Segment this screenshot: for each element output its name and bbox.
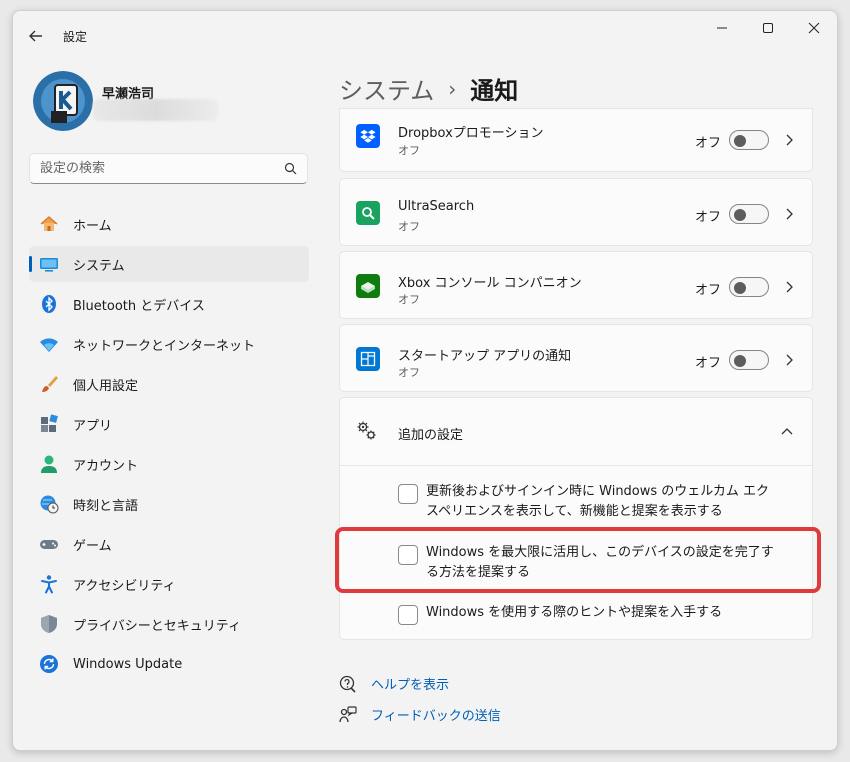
search-input[interactable] bbox=[30, 154, 260, 183]
gamepad-icon bbox=[39, 534, 59, 554]
sidebar-item-apps[interactable]: アプリ bbox=[29, 406, 309, 442]
globe-clock-icon bbox=[39, 494, 59, 514]
back-arrow-icon[interactable] bbox=[27, 27, 45, 45]
ultrasearch-icon bbox=[356, 201, 380, 225]
sidebar-item-label: 個人用設定 bbox=[73, 378, 139, 394]
help-link[interactable]: ヘルプを表示 bbox=[371, 674, 449, 693]
option-tips-suggestions[interactable]: Windows を使用する際のヒントや提案を入手する bbox=[398, 603, 776, 625]
toggle-state-label: オフ bbox=[695, 356, 722, 371]
feedback-icon bbox=[339, 705, 357, 722]
sidebar-item-accessibility[interactable]: アクセシビリティ bbox=[29, 566, 309, 602]
notification-toggle[interactable] bbox=[729, 350, 769, 370]
sidebar-item-label: アクセシビリティ bbox=[73, 578, 176, 594]
red-highlight-box bbox=[335, 527, 821, 593]
sidebar-item-personalization[interactable]: 個人用設定 bbox=[29, 366, 309, 402]
sidebar-item-label: プライバシーとセキュリティ bbox=[73, 618, 241, 634]
chevron-right-icon[interactable] bbox=[784, 280, 794, 294]
app-status: オフ bbox=[398, 220, 420, 233]
home-icon bbox=[39, 214, 59, 234]
app-status: オフ bbox=[398, 293, 420, 306]
app-status: オフ bbox=[398, 144, 420, 157]
notification-toggle[interactable] bbox=[729, 204, 769, 224]
sidebar-item-windows-update[interactable]: Windows Update bbox=[29, 646, 309, 682]
user-email-redacted bbox=[93, 99, 218, 121]
system-icon bbox=[39, 254, 59, 274]
avatar[interactable] bbox=[33, 71, 93, 131]
bluetooth-icon bbox=[39, 294, 59, 314]
sidebar-item-label: Bluetooth とデバイス bbox=[73, 298, 205, 314]
brush-icon bbox=[39, 374, 59, 394]
toggle-state-label: オフ bbox=[695, 210, 722, 225]
app-status: オフ bbox=[398, 366, 420, 379]
xbox-icon bbox=[356, 274, 380, 298]
chevron-right-icon[interactable] bbox=[784, 353, 794, 367]
sidebar-item-label: ホーム bbox=[73, 218, 112, 234]
sidebar-nav: ホーム システム Bluetooth とデバイス ネットワークとインターネット … bbox=[29, 206, 309, 686]
sidebar-item-label: システム bbox=[73, 258, 125, 274]
option-label: 更新後およびサインイン時に Windows のウェルカム エクスペリエンスを表示… bbox=[426, 484, 770, 519]
sidebar-item-home[interactable]: ホーム bbox=[29, 206, 309, 242]
breadcrumb-separator: › bbox=[448, 76, 457, 101]
feedback-link-row[interactable]: フィードバックの送信 bbox=[339, 705, 501, 724]
close-icon[interactable] bbox=[791, 11, 837, 45]
settings-window: 設定 早瀬浩司 ホーム bbox=[12, 10, 838, 751]
sidebar-item-label: ネットワークとインターネット bbox=[73, 338, 256, 354]
feedback-link[interactable]: フィードバックの送信 bbox=[371, 705, 501, 724]
accessibility-icon bbox=[39, 574, 59, 594]
sidebar-item-label: Windows Update bbox=[73, 656, 183, 672]
notification-toggle[interactable] bbox=[729, 277, 769, 297]
sidebar-item-label: アプリ bbox=[73, 418, 113, 434]
chevron-right-icon[interactable] bbox=[784, 133, 794, 147]
settings-search[interactable] bbox=[29, 153, 308, 184]
page-title: 通知 bbox=[470, 77, 519, 105]
app-notification-row-xbox[interactable]: Xbox コンソール コンパニオン オフ オフ bbox=[339, 251, 813, 319]
chevron-right-icon[interactable] bbox=[784, 207, 794, 221]
shield-icon bbox=[39, 614, 59, 634]
sidebar-item-system[interactable]: システム bbox=[29, 246, 309, 282]
option-label: Windows を使用する際のヒントや提案を入手する bbox=[426, 605, 723, 620]
option-welcome-experience[interactable]: 更新後およびサインイン時に Windows のウェルカム エクスペリエンスを表示… bbox=[398, 482, 776, 522]
sidebar-item-label: ゲーム bbox=[73, 538, 112, 554]
app-notification-row-dropbox[interactable]: Dropboxプロモーション オフ オフ bbox=[339, 108, 813, 172]
sidebar-item-gaming[interactable]: ゲーム bbox=[29, 526, 309, 562]
minimize-icon[interactable] bbox=[699, 11, 745, 45]
app-name: スタートアップ アプリの通知 bbox=[398, 349, 572, 364]
app-notification-row-startup[interactable]: スタートアップ アプリの通知 オフ オフ bbox=[339, 324, 813, 392]
app-notification-row-ultrasearch[interactable]: UltraSearch オフ オフ bbox=[339, 178, 813, 246]
checkbox[interactable] bbox=[398, 605, 418, 625]
account-icon bbox=[39, 454, 59, 474]
app-title: 設定 bbox=[63, 30, 88, 44]
additional-settings-header[interactable]: 追加の設定 bbox=[340, 398, 812, 466]
startup-icon bbox=[356, 347, 380, 371]
checkbox[interactable] bbox=[398, 484, 418, 504]
breadcrumb: システム › 通知 bbox=[339, 71, 518, 106]
additional-settings-title: 追加の設定 bbox=[398, 428, 464, 443]
sidebar-item-network[interactable]: ネットワークとインターネット bbox=[29, 326, 309, 362]
search-icon[interactable] bbox=[284, 162, 297, 175]
sidebar-item-privacy[interactable]: プライバシーとセキュリティ bbox=[29, 606, 309, 642]
chevron-up-icon[interactable] bbox=[780, 426, 794, 436]
app-name: Xbox コンソール コンパニオン bbox=[398, 276, 582, 291]
additional-settings-panel: 追加の設定 更新後およびサインイン時に Windows のウェルカム エクスペリ… bbox=[339, 397, 813, 640]
sidebar-item-bluetooth[interactable]: Bluetooth とデバイス bbox=[29, 286, 309, 322]
toggle-state-label: オフ bbox=[695, 136, 722, 151]
gears-icon bbox=[357, 421, 376, 440]
sidebar-item-label: 時刻と言語 bbox=[73, 498, 139, 514]
sidebar-item-accounts[interactable]: アカウント bbox=[29, 446, 309, 482]
update-icon bbox=[39, 654, 59, 674]
sidebar-item-label: アカウント bbox=[73, 458, 139, 474]
breadcrumb-parent[interactable]: システム bbox=[339, 71, 434, 106]
app-name: Dropboxプロモーション bbox=[398, 126, 544, 141]
app-name: UltraSearch bbox=[398, 199, 475, 214]
maximize-icon[interactable] bbox=[745, 11, 791, 45]
notification-toggle[interactable] bbox=[729, 130, 769, 150]
toggle-state-label: オフ bbox=[695, 283, 722, 298]
help-link-row[interactable]: ヘルプを表示 bbox=[339, 674, 449, 693]
apps-icon bbox=[39, 414, 59, 434]
help-icon bbox=[339, 675, 356, 693]
wifi-icon bbox=[39, 334, 59, 354]
dropbox-icon bbox=[356, 124, 380, 148]
sidebar-item-time-language[interactable]: 時刻と言語 bbox=[29, 486, 309, 522]
